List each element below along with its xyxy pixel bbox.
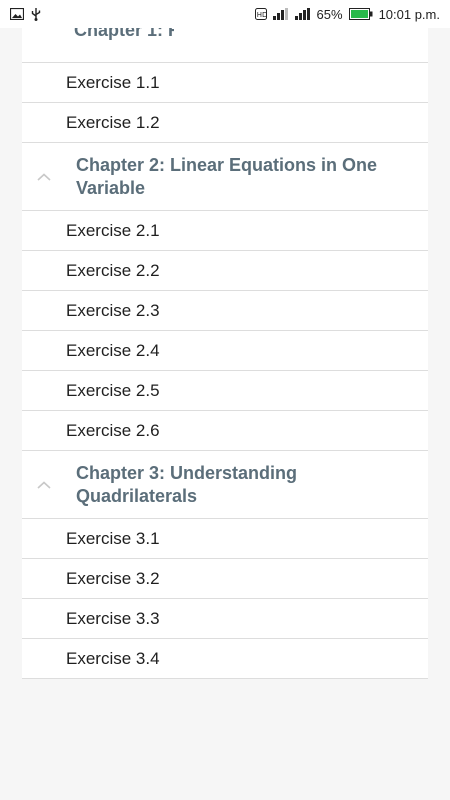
status-bar-left [10, 7, 42, 21]
exercise-item[interactable]: Exercise 2.5 [22, 371, 428, 411]
chapter-header-partial[interactable]: Chapter 1: Rational Numbers [22, 28, 428, 63]
gallery-icon [10, 8, 24, 20]
signal-strength-icon-sim2 [294, 8, 311, 20]
hd-voice-icon: HD [254, 8, 267, 20]
exercise-item[interactable]: Exercise 3.2 [22, 559, 428, 599]
chapter-list: Chapter 1: Rational Numbers Exercise 1.1… [22, 28, 428, 679]
exercise-label: Exercise 2.6 [66, 420, 160, 440]
exercise-item[interactable]: Exercise 2.4 [22, 331, 428, 371]
exercise-label: Exercise 1.2 [66, 112, 160, 132]
battery-percentage: 65% [316, 6, 343, 22]
exercise-label: Exercise 3.1 [66, 528, 160, 548]
exercise-item[interactable]: Exercise 2.6 [22, 411, 428, 451]
usb-icon [30, 7, 42, 21]
exercise-item[interactable]: Exercise 2.2 [22, 251, 428, 291]
exercise-item[interactable]: Exercise 1.2 [22, 103, 428, 143]
battery-icon [348, 8, 373, 20]
exercise-label: Exercise 2.2 [66, 260, 160, 280]
chapter-title-clipped: Chapter 1: Rational Numbers [74, 28, 174, 62]
exercise-label: Exercise 2.1 [66, 220, 160, 240]
svg-text:HD: HD [256, 11, 266, 19]
chevron-up-icon[interactable] [24, 480, 64, 489]
exercise-label: Exercise 3.2 [66, 568, 160, 588]
exercise-item[interactable]: Exercise 3.3 [22, 599, 428, 639]
chapter-title: Chapter 3: Understanding Quadrilaterals [76, 462, 298, 506]
signal-strength-icon-sim1 [272, 8, 289, 20]
exercise-label: Exercise 3.3 [66, 608, 160, 628]
chapter-header[interactable]: Chapter 2: Linear Equations in One Varia… [22, 143, 428, 211]
status-bar: HD 65% 10:01 p.m. [0, 0, 450, 28]
exercise-item[interactable]: Exercise 2.1 [22, 211, 428, 251]
clock: 10:01 p.m. [378, 6, 440, 22]
status-bar-right: HD 65% 10:01 p.m. [254, 6, 440, 22]
exercise-label: Exercise 2.5 [66, 380, 160, 400]
exercise-label: Exercise 1.1 [66, 72, 160, 92]
exercise-label: Exercise 3.4 [66, 648, 160, 668]
exercise-label: Exercise 2.4 [66, 340, 160, 360]
chapter-title: Chapter 2: Linear Equations in One Varia… [76, 154, 378, 198]
exercise-item[interactable]: Exercise 2.3 [22, 291, 428, 331]
exercise-label: Exercise 2.3 [66, 300, 160, 320]
exercise-item[interactable]: Exercise 1.1 [22, 63, 428, 103]
chapter-header[interactable]: Chapter 3: Understanding Quadrilaterals [22, 451, 428, 519]
chapter-title: Chapter 1: Rational Numbers [74, 28, 174, 40]
exercise-item[interactable]: Exercise 3.1 [22, 519, 428, 559]
chevron-up-icon[interactable] [24, 172, 64, 181]
exercise-item[interactable]: Exercise 3.4 [22, 639, 428, 679]
